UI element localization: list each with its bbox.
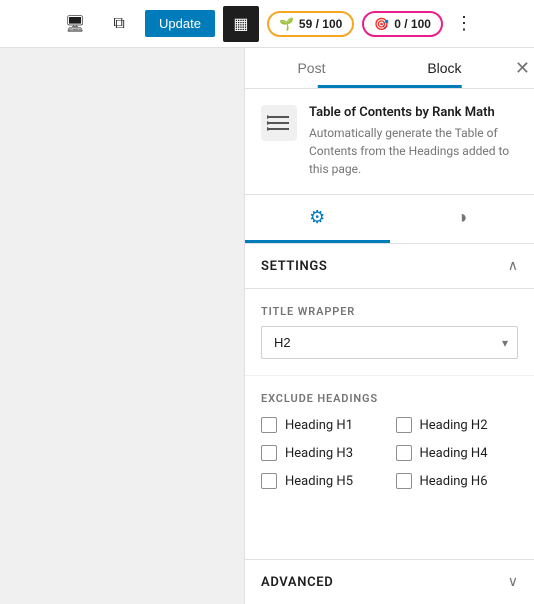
heading-h4-checkbox[interactable] xyxy=(396,445,412,461)
monitor-button[interactable]: 🖥 xyxy=(57,6,93,42)
monitor-icon: 🖥 xyxy=(65,14,85,34)
seo-score-icon: 🌱 xyxy=(279,17,294,31)
heading-h5-label: Heading H5 xyxy=(285,474,353,489)
heading-h1-checkbox[interactable] xyxy=(261,417,277,433)
settings-chevron-icon: ∧ xyxy=(508,258,518,274)
heading-h6-label: Heading H6 xyxy=(420,474,488,489)
plugin-logo-icon xyxy=(261,105,297,141)
seo-score-value: 59 / 100 xyxy=(299,17,342,31)
tab-block[interactable]: Block xyxy=(378,48,511,88)
heading-h6-checkbox[interactable] xyxy=(396,473,412,489)
panel-tabs: Post Block ✕ xyxy=(245,48,534,89)
heading-h4-label: Heading H4 xyxy=(420,446,488,461)
checkbox-heading-h3[interactable]: Heading H3 xyxy=(261,445,384,461)
external-link-icon: ⧉ xyxy=(113,15,124,33)
settings-section: Settings ∧ TITLE WRAPPER H2 H1 H3 H4 H5 … xyxy=(245,244,534,505)
heading-h5-checkbox[interactable] xyxy=(261,473,277,489)
settings-section-title: Settings xyxy=(261,259,327,274)
heading-h2-label: Heading H2 xyxy=(420,418,488,433)
advanced-section-title: Advanced xyxy=(261,575,333,590)
close-panel-button[interactable]: ✕ xyxy=(511,48,534,88)
focus-score-icon: 🎯 xyxy=(374,17,389,31)
checkbox-heading-h2[interactable]: Heading H2 xyxy=(396,417,519,433)
contrast-icon: ◑ xyxy=(456,207,467,228)
checkbox-heading-h1[interactable]: Heading H1 xyxy=(261,417,384,433)
seo-score-badge[interactable]: 🌱 59 / 100 xyxy=(267,11,354,37)
external-link-button[interactable]: ⧉ xyxy=(101,6,137,42)
update-button[interactable]: Update xyxy=(145,10,215,37)
block-view-button[interactable]: ▦ xyxy=(223,6,259,42)
more-options-icon: ⋮ xyxy=(455,13,473,33)
title-wrapper-group: TITLE WRAPPER H2 H1 H3 H4 H5 H6 ▾ xyxy=(245,289,534,376)
exclude-headings-group: EXCLUDE HEADINGS Heading H1 Heading H2 H… xyxy=(245,376,534,505)
exclude-headings-label: EXCLUDE HEADINGS xyxy=(261,392,518,405)
more-options-button[interactable]: ⋮ xyxy=(451,9,477,38)
focus-score-value: 0 / 100 xyxy=(394,17,431,31)
plugin-info: Table of Contents by Rank Math Automatic… xyxy=(309,105,518,178)
settings-icon-tabs: ⚙ ◑ xyxy=(245,195,534,244)
heading-h3-checkbox[interactable] xyxy=(261,445,277,461)
heading-h2-checkbox[interactable] xyxy=(396,417,412,433)
title-wrapper-label: TITLE WRAPPER xyxy=(261,305,518,318)
gear-icon: ⚙ xyxy=(309,207,325,228)
toolbar: 🖥 ⧉ Update ▦ 🌱 59 / 100 🎯 0 / 100 ⋮ xyxy=(0,0,534,48)
heading-h1-label: Heading H1 xyxy=(285,418,353,433)
title-wrapper-select-wrapper: H2 H1 H3 H4 H5 H6 ▾ xyxy=(261,326,518,359)
plugin-header: Table of Contents by Rank Math Automatic… xyxy=(245,89,534,195)
focus-score-badge[interactable]: 🎯 0 / 100 xyxy=(362,11,443,37)
title-wrapper-select[interactable]: H2 H1 H3 H4 H5 H6 xyxy=(261,326,518,359)
plugin-title: Table of Contents by Rank Math xyxy=(309,105,518,120)
checkbox-heading-h5[interactable]: Heading H5 xyxy=(261,473,384,489)
headings-checkboxes-grid: Heading H1 Heading H2 Heading H3 Heading… xyxy=(261,417,518,489)
tab-post[interactable]: Post xyxy=(245,48,378,88)
advanced-chevron-icon: ∨ xyxy=(508,574,518,590)
block-icon: ▦ xyxy=(233,14,248,34)
side-panel: Post Block ✕ Table of Contents by Rank M… xyxy=(244,48,534,604)
checkbox-heading-h4[interactable]: Heading H4 xyxy=(396,445,519,461)
settings-tab-gear[interactable]: ⚙ xyxy=(245,195,390,243)
settings-section-header[interactable]: Settings ∧ xyxy=(245,244,534,289)
heading-h3-label: Heading H3 xyxy=(285,446,353,461)
advanced-section[interactable]: Advanced ∨ xyxy=(245,559,534,604)
checkbox-heading-h6[interactable]: Heading H6 xyxy=(396,473,519,489)
plugin-description: Automatically generate the Table of Cont… xyxy=(309,124,518,178)
settings-tab-contrast[interactable]: ◑ xyxy=(390,195,534,243)
